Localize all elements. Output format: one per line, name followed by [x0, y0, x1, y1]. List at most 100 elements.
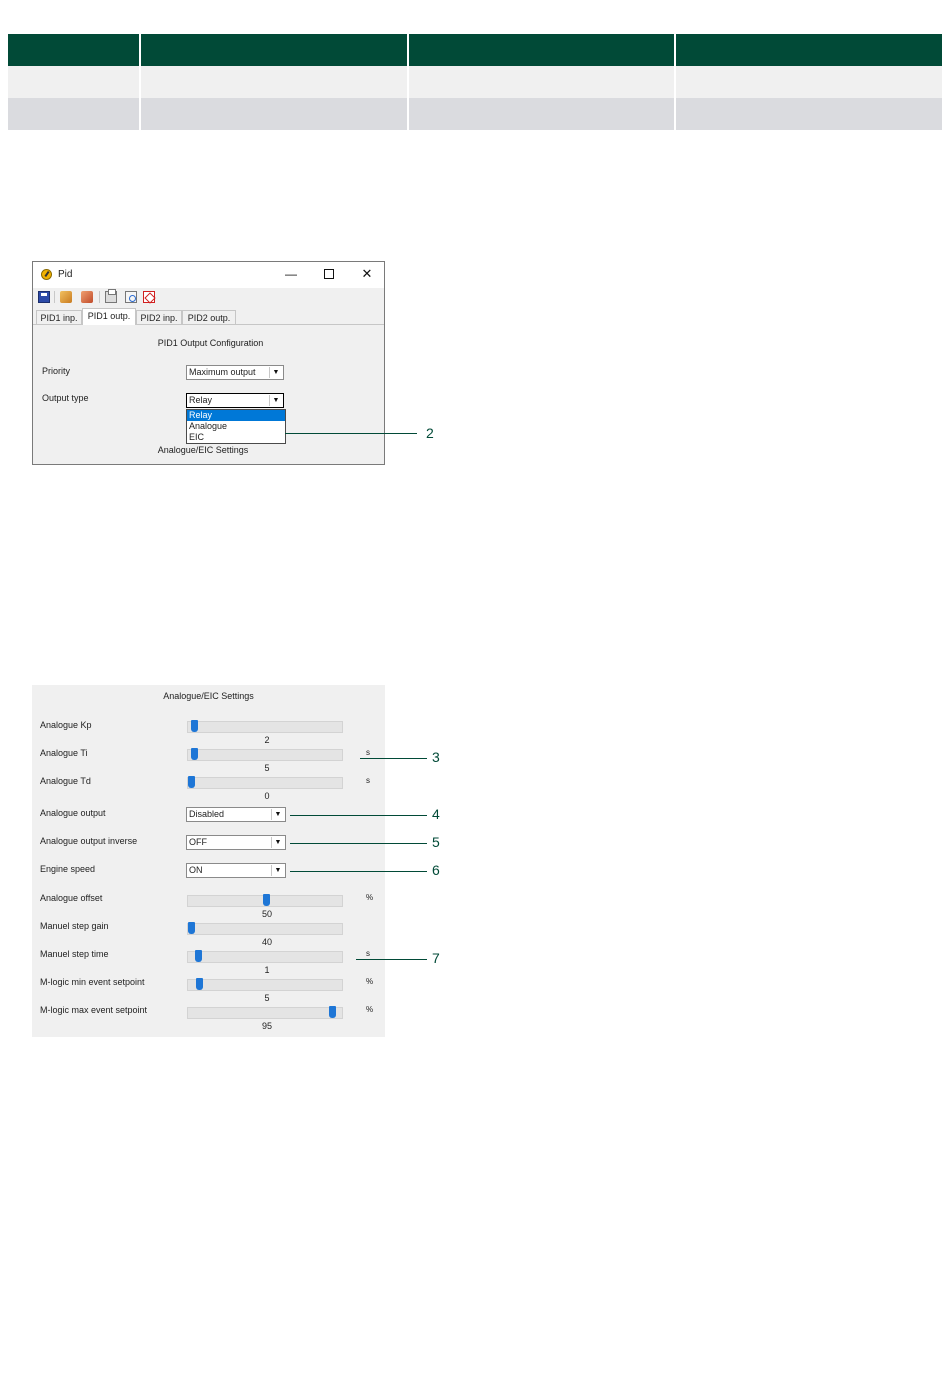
- config-title: PID1 Output Configuration: [157, 338, 264, 348]
- analogue-output-value: Disabled: [189, 809, 225, 819]
- analogue-offset-slider[interactable]: [187, 894, 343, 907]
- dropdown-option-eic[interactable]: EIC: [187, 432, 285, 443]
- callout-number: 5: [432, 834, 440, 850]
- callout-number: 6: [432, 862, 440, 878]
- callout-line: [290, 843, 427, 844]
- dropdown-option-relay[interactable]: Relay: [187, 410, 285, 421]
- table-row: [8, 98, 942, 130]
- priority-label: Priority: [42, 366, 71, 376]
- manuel-step-gain-value: 40: [261, 937, 272, 947]
- tab-pid2-outp[interactable]: PID2 outp.: [182, 310, 236, 324]
- slider-thumb[interactable]: [195, 950, 202, 962]
- analogue-td-unit: s: [366, 776, 370, 785]
- engine-speed-value: ON: [189, 865, 203, 875]
- manuel-step-time-slider[interactable]: [187, 950, 343, 963]
- header-table: [8, 34, 942, 130]
- analogue-output-inverse-value: OFF: [189, 837, 207, 847]
- m-logic-min-unit: %: [366, 977, 374, 986]
- slider-thumb[interactable]: [191, 720, 198, 732]
- manuel-step-time-label: Manuel step time: [40, 949, 109, 959]
- chevron-down-icon[interactable]: ▼: [271, 865, 284, 876]
- panel-title: Analogue/EIC Settings: [163, 691, 254, 701]
- manuel-step-time-value: 1: [264, 965, 270, 975]
- manuel-step-gain-label: Manuel step gain: [40, 921, 109, 931]
- close-button[interactable]: ✕: [359, 266, 375, 282]
- tab-pid1-inp[interactable]: PID1 inp.: [36, 310, 82, 324]
- analogue-ti-unit: s: [366, 748, 370, 757]
- slider-thumb[interactable]: [191, 748, 198, 760]
- analogue-offset-unit: %: [366, 893, 374, 902]
- maximize-button[interactable]: [321, 266, 337, 282]
- window-title: Pid: [58, 269, 73, 280]
- dropdown-option-analogue[interactable]: Analogue: [187, 421, 285, 432]
- slider-thumb[interactable]: [196, 978, 203, 990]
- tab-pid2-inp[interactable]: PID2 inp.: [136, 310, 182, 324]
- analogue-ti-label: Analogue Ti: [40, 748, 88, 758]
- analogue-ti-slider[interactable]: [187, 748, 343, 761]
- chevron-down-icon[interactable]: ▼: [269, 395, 282, 406]
- output-type-value: Relay: [189, 395, 213, 405]
- analogue-kp-label: Analogue Kp: [40, 720, 92, 730]
- output-type-select[interactable]: Relay ▼: [186, 393, 284, 408]
- analogue-offset-value: 50: [261, 909, 272, 919]
- read-icon[interactable]: [60, 291, 72, 303]
- callout-line: [285, 433, 417, 434]
- manuel-step-time-unit: s: [366, 949, 370, 958]
- analogue-output-select[interactable]: Disabled ▼: [186, 807, 286, 822]
- m-logic-max-value: 95: [261, 1021, 272, 1031]
- analogue-output-inverse-label: Analogue output inverse: [40, 836, 138, 846]
- m-logic-max-unit: %: [366, 1005, 374, 1014]
- callout-line: [360, 758, 427, 759]
- callout-number: 3: [432, 749, 440, 765]
- analogue-td-value: 0: [264, 791, 270, 801]
- table-row: [8, 66, 942, 98]
- callout-number: 4: [432, 806, 440, 822]
- analogue-kp-value: 2: [264, 735, 270, 745]
- analogue-eic-settings-heading: Analogue/EIC Settings: [157, 445, 249, 455]
- engine-speed-label: Engine speed: [40, 864, 96, 874]
- analogue-offset-label: Analogue offset: [40, 893, 103, 903]
- analogue-eic-settings-panel: Analogue/EIC Settings Analogue Kp 2 Anal…: [32, 685, 385, 1037]
- chevron-down-icon[interactable]: ▼: [269, 367, 282, 378]
- priority-select[interactable]: Maximum output ▼: [186, 365, 284, 380]
- output-type-dropdown: Relay Analogue EIC: [186, 409, 286, 444]
- callout-line: [356, 959, 427, 960]
- save-icon[interactable]: [38, 291, 50, 303]
- slider-thumb[interactable]: [188, 776, 195, 788]
- m-logic-max-label: M-logic max event setpoint: [40, 1005, 148, 1015]
- slider-thumb[interactable]: [188, 922, 195, 934]
- analogue-output-inverse-select[interactable]: OFF ▼: [186, 835, 286, 850]
- engine-speed-select[interactable]: ON ▼: [186, 863, 286, 878]
- chevron-down-icon[interactable]: ▼: [271, 837, 284, 848]
- priority-value: Maximum output: [189, 367, 256, 377]
- slider-thumb[interactable]: [263, 894, 270, 906]
- preview-icon[interactable]: [125, 291, 137, 303]
- analogue-output-label: Analogue output: [40, 808, 106, 818]
- toolbar: [33, 288, 384, 306]
- title-bar[interactable]: Pid — ✕: [33, 262, 384, 288]
- chevron-down-icon[interactable]: ▼: [271, 809, 284, 820]
- analogue-kp-slider[interactable]: [187, 720, 343, 733]
- m-logic-min-slider[interactable]: [187, 978, 343, 991]
- m-logic-min-label: M-logic min event setpoint: [40, 977, 145, 987]
- toolbar-separator: [54, 291, 55, 303]
- table-header-row: [8, 34, 942, 66]
- tab-pid1-outp[interactable]: PID1 outp.: [82, 308, 136, 325]
- write-icon[interactable]: [81, 291, 93, 303]
- analogue-ti-value: 5: [264, 763, 270, 773]
- print-icon[interactable]: [105, 289, 117, 303]
- callout-number: 2: [426, 425, 434, 441]
- toolbar-separator: [99, 291, 100, 303]
- callout-line: [290, 815, 427, 816]
- m-logic-max-slider[interactable]: [187, 1006, 343, 1019]
- pdf-icon[interactable]: [143, 291, 155, 303]
- manuel-step-gain-slider[interactable]: [187, 922, 343, 935]
- minimize-button[interactable]: —: [283, 266, 299, 282]
- output-type-label: Output type: [42, 393, 89, 403]
- slider-thumb[interactable]: [329, 1006, 336, 1018]
- callout-line: [290, 871, 427, 872]
- pid-window: Pid — ✕ PID1 inp. PID1 outp. PID2 inp. P…: [32, 261, 385, 465]
- analogue-td-slider[interactable]: [187, 776, 343, 789]
- callout-number: 7: [432, 950, 440, 966]
- app-icon: [41, 269, 52, 280]
